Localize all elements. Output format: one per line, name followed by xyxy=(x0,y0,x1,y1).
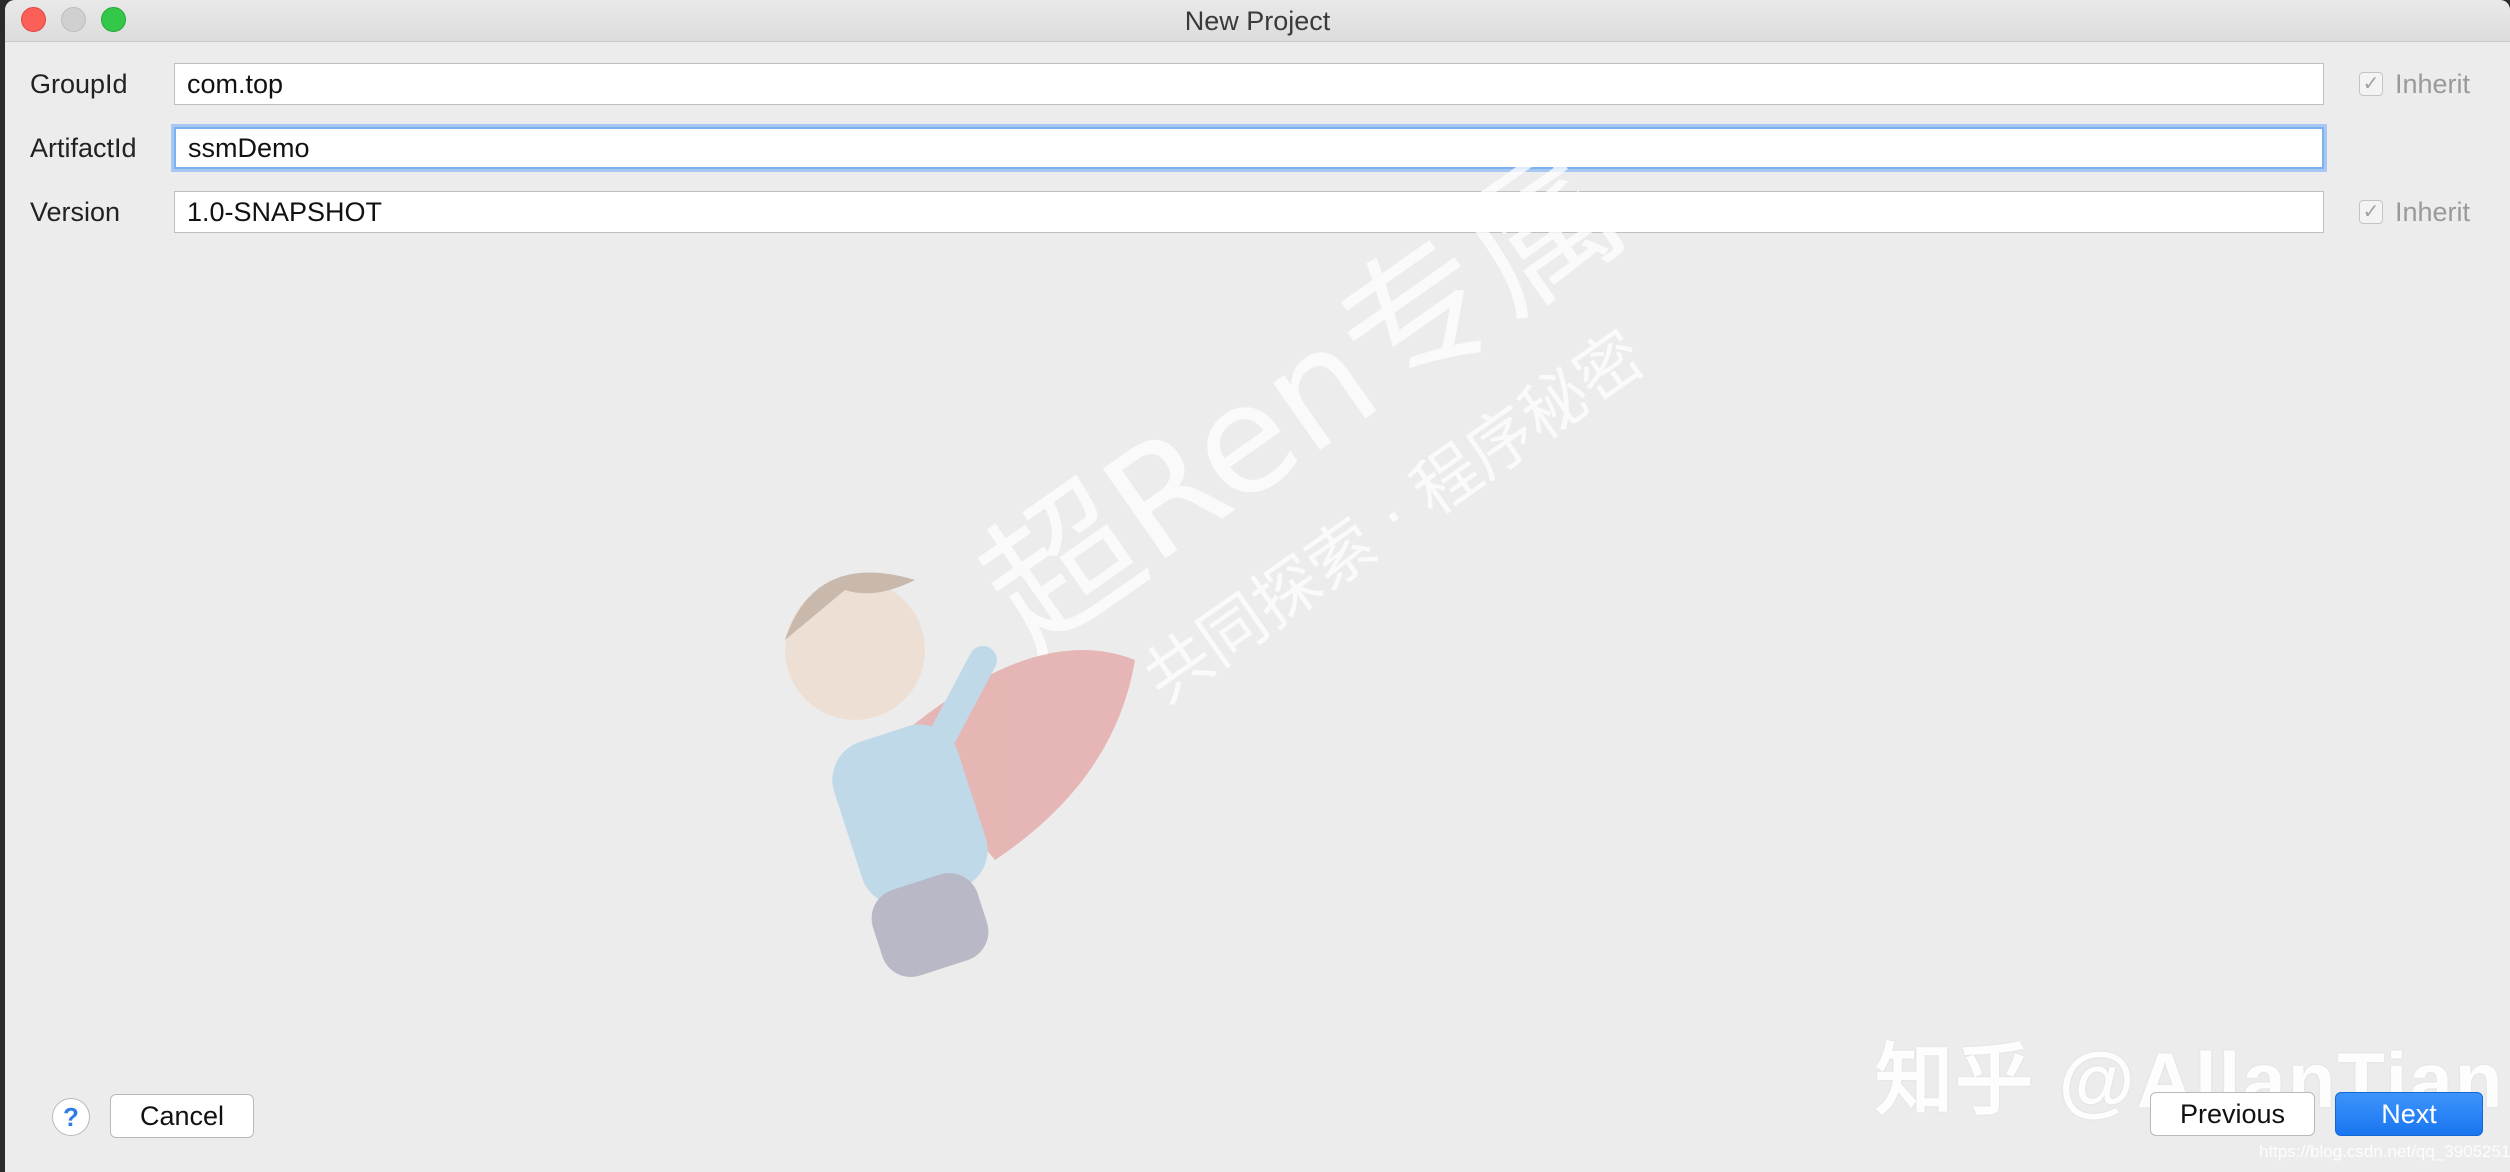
next-button[interactable]: Next xyxy=(2335,1092,2483,1136)
inherit-label: Inherit xyxy=(2395,68,2471,99)
groupid-row: GroupId ✓ Inherit xyxy=(5,63,2510,107)
groupid-inherit-checkbox[interactable]: ✓ Inherit xyxy=(2359,69,2470,99)
version-row: Version ✓ Inherit xyxy=(5,191,2510,235)
artifactid-label: ArtifactId xyxy=(30,133,137,163)
checkmark-icon: ✓ xyxy=(2359,200,2383,224)
watermark-slogan: 共同探索 · 程序秘密 xyxy=(1130,316,1658,718)
title-bar: New Project xyxy=(5,0,2510,42)
superhero-cartoon-icon xyxy=(785,572,1135,977)
inherit-label: Inherit xyxy=(2395,196,2471,227)
groupid-label: GroupId xyxy=(30,69,128,99)
url-watermark: https://blog.csdn.net/qq_39052513 xyxy=(2259,1142,2510,1161)
version-label: Version xyxy=(30,197,121,227)
cancel-button[interactable]: Cancel xyxy=(110,1094,254,1138)
window-title: New Project xyxy=(1184,6,1331,36)
version-inherit-checkbox[interactable]: ✓ Inherit xyxy=(2359,197,2470,227)
version-input[interactable] xyxy=(174,191,2324,233)
help-button[interactable]: ? xyxy=(52,1098,90,1136)
checkmark-icon: ✓ xyxy=(2359,72,2383,96)
watermark: 超Ren专属 共同探索 · 程序秘密 xyxy=(785,118,1658,977)
previous-button[interactable]: Previous xyxy=(2150,1092,2315,1136)
artifactid-row: ArtifactId xyxy=(5,127,2510,171)
artifactid-input[interactable] xyxy=(174,127,2324,169)
groupid-input[interactable] xyxy=(174,63,2324,105)
new-project-dialog: New Project GroupId ✓ Inherit ArtifactId… xyxy=(5,0,2510,1172)
